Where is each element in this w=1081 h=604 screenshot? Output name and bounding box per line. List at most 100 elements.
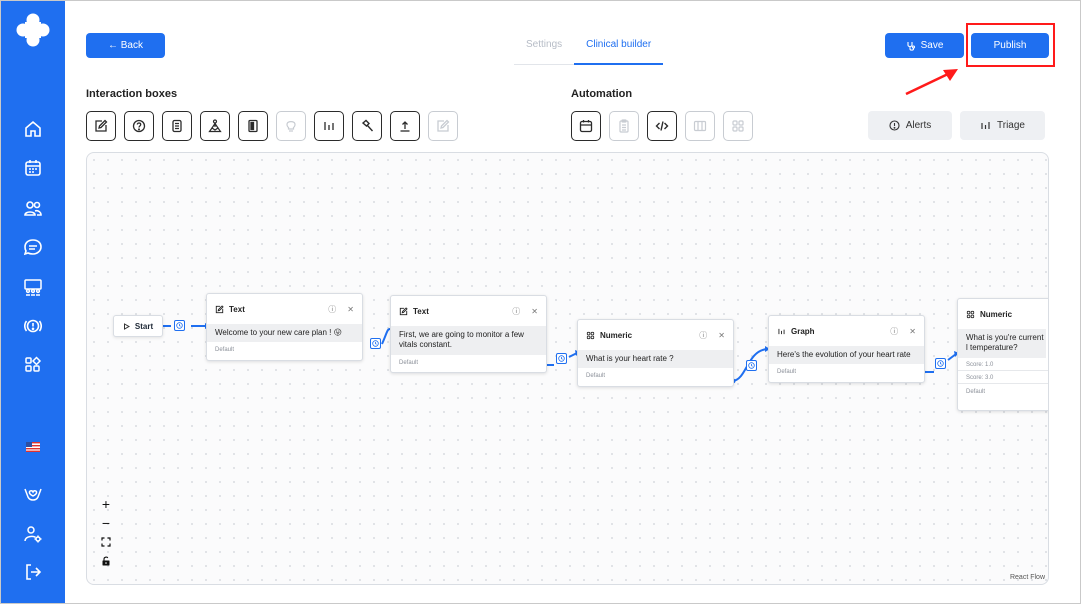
user-settings-icon[interactable] bbox=[21, 522, 45, 546]
delay-handle[interactable] bbox=[174, 320, 185, 331]
hammer-icon bbox=[361, 119, 374, 132]
tool-question-box[interactable] bbox=[124, 111, 154, 141]
tool-schedule[interactable] bbox=[571, 111, 601, 141]
alerts-button[interactable]: Alerts bbox=[868, 111, 952, 140]
info-icon[interactable]: ⓘ bbox=[890, 326, 898, 337]
save-button-label: Save bbox=[920, 40, 944, 51]
calendar-icon[interactable] bbox=[21, 156, 45, 180]
book-icon bbox=[248, 119, 258, 133]
sidebar bbox=[1, 1, 65, 603]
grid-icon bbox=[732, 120, 744, 132]
delay-handle[interactable] bbox=[556, 353, 567, 364]
chart-icon bbox=[981, 122, 990, 129]
save-button[interactable]: Save bbox=[885, 33, 964, 58]
clipboard-icon bbox=[619, 119, 629, 133]
lock-button[interactable] bbox=[95, 551, 117, 570]
back-button-label: ← Back bbox=[107, 40, 143, 51]
tab-settings[interactable]: Settings bbox=[514, 29, 575, 65]
tab-clinical-builder[interactable]: Clinical builder bbox=[574, 29, 664, 65]
node-type-label: Graph bbox=[791, 326, 815, 336]
flow-node-numeric-2[interactable]: Numeric What is you're current l tempera… bbox=[957, 298, 1048, 411]
flow-node-graph[interactable]: Graph ⓘ ✕ Here's the evolution of your h… bbox=[768, 315, 925, 383]
tool-meditation-box[interactable] bbox=[200, 111, 230, 141]
info-icon[interactable]: ⓘ bbox=[512, 306, 520, 317]
users-icon[interactable] bbox=[21, 196, 45, 220]
us-flag-icon[interactable] bbox=[21, 435, 45, 459]
node-footer: Default bbox=[399, 359, 419, 366]
care-hands-icon[interactable] bbox=[21, 482, 45, 506]
node-footer: Default bbox=[958, 382, 1048, 400]
tool-signature-box bbox=[428, 111, 458, 141]
edit-icon bbox=[399, 306, 408, 315]
node-footer: Default bbox=[777, 369, 797, 376]
start-node[interactable]: Start bbox=[113, 315, 163, 337]
tool-columns bbox=[685, 111, 715, 141]
automation-title: Automation bbox=[571, 88, 633, 100]
clock-icon bbox=[748, 362, 755, 369]
tool-action-box[interactable] bbox=[352, 111, 382, 141]
grid-icon bbox=[966, 310, 975, 318]
close-icon[interactable]: ✕ bbox=[718, 331, 725, 340]
edit-icon bbox=[437, 119, 450, 132]
delay-handle[interactable] bbox=[935, 358, 946, 369]
home-icon[interactable] bbox=[21, 117, 45, 141]
zoom-controls: + − bbox=[95, 494, 117, 570]
triage-label: Triage bbox=[997, 120, 1025, 131]
apps-icon[interactable] bbox=[21, 353, 45, 377]
react-flow-attribution[interactable]: React Flow bbox=[1010, 574, 1045, 581]
team-board-icon[interactable] bbox=[21, 275, 45, 299]
play-icon bbox=[123, 322, 130, 330]
annotation-highlight-box bbox=[966, 23, 1055, 67]
node-type-label: Numeric bbox=[600, 330, 633, 340]
node-type-label: Text bbox=[413, 306, 429, 316]
tool-text-box[interactable] bbox=[86, 111, 116, 141]
node-message: Welcome to your new care plan ! 😛 bbox=[207, 324, 362, 343]
node-type-label: Numeric bbox=[980, 309, 1013, 319]
grid-icon bbox=[586, 331, 595, 339]
stethoscope-icon bbox=[907, 41, 915, 51]
logout-icon[interactable] bbox=[21, 560, 45, 584]
interaction-boxes-title: Interaction boxes bbox=[86, 88, 178, 100]
document-icon bbox=[172, 119, 182, 133]
info-icon[interactable]: ⓘ bbox=[328, 304, 336, 315]
flow-node-text-1[interactable]: Text ⓘ ✕ Welcome to your new care plan !… bbox=[206, 293, 363, 361]
alerts-label: Alerts bbox=[905, 120, 932, 131]
clock-icon bbox=[176, 322, 183, 329]
delay-handle[interactable] bbox=[370, 338, 381, 349]
zoom-in-button[interactable]: + bbox=[95, 494, 117, 513]
tool-grid bbox=[723, 111, 753, 141]
close-icon[interactable]: ✕ bbox=[909, 327, 916, 336]
node-message: First, we are going to monitor a few vit… bbox=[391, 326, 546, 355]
tool-upload-box[interactable] bbox=[390, 111, 420, 141]
tool-book-box[interactable] bbox=[238, 111, 268, 141]
clock-icon bbox=[558, 355, 565, 362]
edit-icon bbox=[215, 304, 224, 313]
node-score: Score: 3.0 bbox=[958, 369, 1048, 383]
columns-icon bbox=[693, 120, 707, 132]
triage-button[interactable]: Triage bbox=[960, 111, 1045, 140]
flow-canvas[interactable]: Start Text ⓘ ✕ Welcome to your new care … bbox=[86, 152, 1049, 585]
tool-document-box[interactable] bbox=[162, 111, 192, 141]
close-icon[interactable]: ✕ bbox=[531, 307, 538, 316]
tool-code[interactable] bbox=[647, 111, 677, 141]
node-score: Score: 1.0 bbox=[966, 361, 994, 368]
delay-handle[interactable] bbox=[746, 360, 757, 371]
chat-icon[interactable] bbox=[21, 235, 45, 259]
edge-text-to-text bbox=[381, 328, 391, 345]
app-logo[interactable] bbox=[16, 13, 50, 47]
tool-graph-box[interactable] bbox=[314, 111, 344, 141]
alert-circle-icon[interactable] bbox=[21, 314, 45, 338]
lightbulb-icon bbox=[286, 121, 296, 132]
flow-node-numeric-1[interactable]: Numeric ⓘ ✕ What is your heart rate ? De… bbox=[577, 319, 734, 387]
close-icon[interactable]: ✕ bbox=[347, 305, 354, 314]
chart-icon bbox=[778, 328, 785, 334]
node-type-label: Text bbox=[229, 304, 245, 314]
zoom-out-button[interactable]: − bbox=[95, 513, 117, 532]
fit-view-button[interactable] bbox=[95, 532, 117, 551]
back-button[interactable]: ← Back bbox=[86, 33, 165, 58]
code-icon bbox=[655, 121, 669, 131]
tool-idea-box bbox=[276, 111, 306, 141]
clock-icon bbox=[372, 340, 379, 347]
info-icon[interactable]: ⓘ bbox=[699, 330, 707, 341]
flow-node-text-2[interactable]: Text ⓘ ✕ First, we are going to monitor … bbox=[390, 295, 547, 373]
